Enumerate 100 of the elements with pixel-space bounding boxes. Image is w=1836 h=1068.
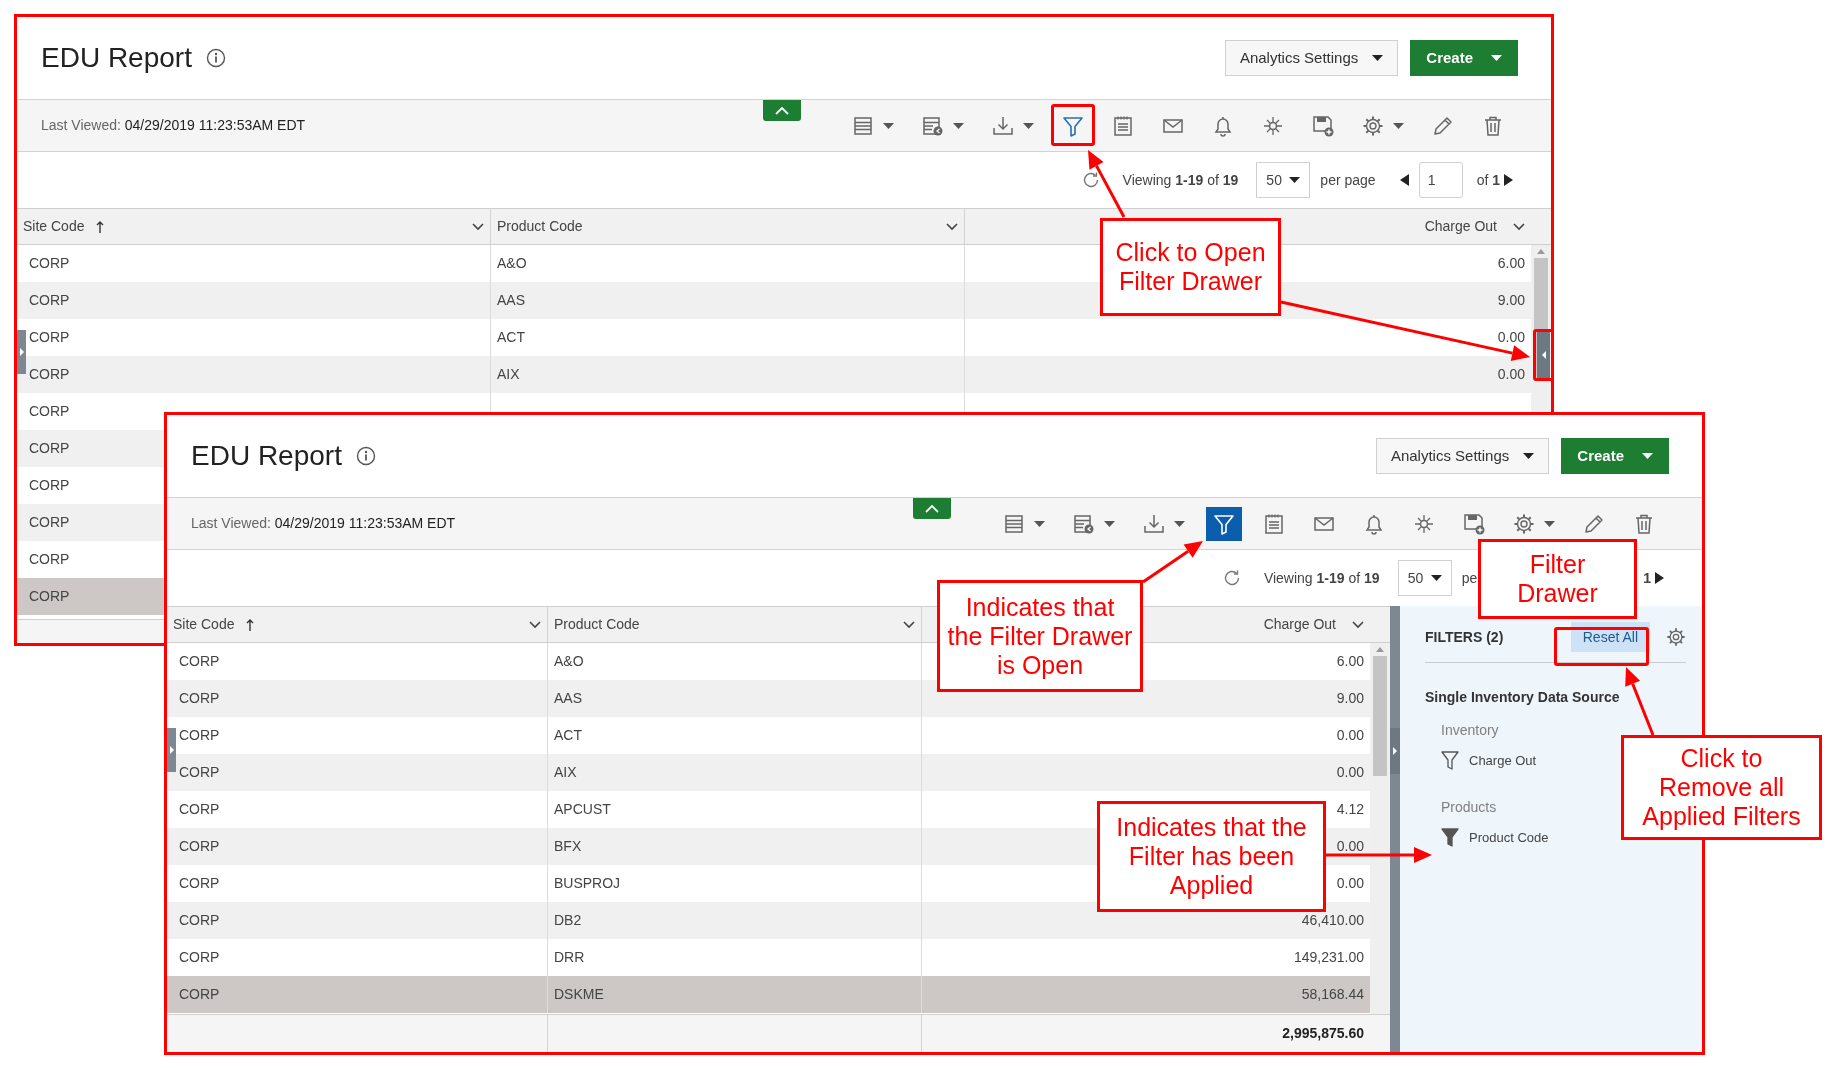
table-cell-text: BUSPROJ (554, 874, 621, 893)
chevron-up-icon (925, 504, 939, 513)
table-cell-text: CORP (179, 689, 220, 708)
filter-item[interactable]: Charge Out (1469, 751, 1537, 771)
table-cell-text: ACT (554, 726, 582, 745)
trash-icon (1633, 512, 1655, 535)
caret-icon (1289, 177, 1301, 183)
chevron-up-icon (775, 106, 789, 115)
table-cell-text: CORP (29, 587, 70, 606)
drawer-handle[interactable] (167, 728, 176, 772)
callout: Indicates that the Filter Drawer is Open (937, 580, 1143, 692)
sort-arrow-icon (246, 618, 255, 631)
analytics-settings-button[interactable]: Analytics Settings (1224, 40, 1399, 76)
table-icon (1073, 512, 1095, 535)
notepad-icon (1263, 512, 1285, 535)
list-icon (852, 114, 874, 137)
scroll-up-icon[interactable] (1537, 249, 1545, 254)
drawer-handle[interactable] (1537, 332, 1550, 378)
chevron-down-icon[interactable] (1352, 620, 1364, 629)
column-header[interactable]: Charge Out (1263, 614, 1336, 635)
table-cell-text: 6.00 (1336, 652, 1364, 671)
column-header[interactable]: Charge Out (1424, 216, 1497, 237)
create-button[interactable]: Create (1410, 40, 1518, 76)
data-source-title: Single Inventory Data Source (1425, 688, 1621, 707)
table-cell-text: 0.00 (1336, 763, 1364, 782)
per-page-label: per page (1320, 170, 1376, 190)
table-cell-text: CORP (179, 763, 220, 782)
per-page-label: pe (1461, 568, 1478, 588)
viewing-count: Viewing 1-19 of 19 (1263, 568, 1380, 588)
scroll-thumb[interactable] (1373, 656, 1387, 776)
pencil-icon (1432, 114, 1454, 137)
reset-all-button[interactable]: Reset All (1570, 622, 1650, 652)
drawer-handle[interactable] (1390, 728, 1400, 774)
chevron-down-icon[interactable] (472, 222, 484, 231)
highlight-frame (1051, 104, 1095, 146)
page-field[interactable]: 1 (1418, 162, 1463, 198)
column-header[interactable]: Product Code (497, 216, 583, 237)
scrollbar[interactable] (1370, 643, 1390, 1014)
column-header[interactable]: Product Code (554, 614, 640, 635)
table-cell-text: CORP (29, 291, 70, 310)
info-icon[interactable] (205, 48, 226, 68)
table-cell-text: CORP (29, 254, 70, 273)
column-header[interactable]: Site Code (173, 614, 255, 635)
analytics-settings-button[interactable]: Analytics Settings (1375, 438, 1550, 474)
caret-icon (1491, 55, 1502, 61)
drawer-handle[interactable] (17, 330, 26, 374)
save-icon (1312, 114, 1334, 137)
column-header[interactable]: Site Code (23, 216, 105, 237)
table-cell-text: 0.00 (1497, 365, 1525, 384)
group-label: Inventory (1441, 721, 1500, 740)
bell-icon (1212, 114, 1234, 137)
next-icon[interactable] (1504, 174, 1513, 186)
notepad-icon (1112, 114, 1134, 137)
table-cell-text: AAS (554, 689, 582, 708)
per-page-select[interactable]: 50 (1397, 560, 1452, 596)
table-cell-text: 0.00 (1336, 726, 1364, 745)
chevron-down-icon[interactable] (903, 620, 915, 629)
next-icon[interactable] (1655, 572, 1664, 584)
arrow (1625, 667, 1655, 736)
arrow (1142, 541, 1203, 584)
table-cell-text: A&O (497, 254, 527, 273)
table-cell-text: 6.00 (1497, 254, 1525, 273)
table-cell-text: 58,168.44 (1301, 985, 1364, 1004)
table-cell-text: CORP (179, 985, 220, 1004)
table-cell-text: DB2 (554, 911, 582, 930)
table-cell-text: CORP (29, 513, 70, 532)
create-button[interactable]: Create (1561, 438, 1669, 474)
collapse-button[interactable] (913, 498, 951, 519)
filter-item[interactable]: Product Code (1469, 828, 1549, 848)
table-cell-text: ACT (497, 328, 525, 347)
caret-icon (953, 122, 964, 129)
page-total: of 1 (1476, 170, 1500, 190)
table-cell-text: 9.00 (1497, 291, 1525, 310)
settings-icon[interactable] (1666, 627, 1686, 647)
filter-button[interactable] (1206, 506, 1242, 541)
chevron-down-icon[interactable] (946, 222, 958, 231)
filter-icon (1062, 114, 1084, 137)
table-cell-text: AIX (554, 763, 577, 782)
table-cell-text: CORP (29, 476, 70, 495)
callout: Click to Remove all Applied Filters (1621, 735, 1822, 840)
table-cell-text: 0.00 (1497, 328, 1525, 347)
table-cell-text: CORP (179, 874, 220, 893)
info-icon[interactable] (355, 446, 376, 466)
list-icon (1003, 512, 1025, 535)
page-total: 1 (1643, 568, 1651, 588)
table-cell-text: APCUST (554, 800, 611, 819)
sort-arrow-icon (96, 220, 105, 233)
settings-icon (1362, 114, 1384, 137)
total-cell-text: 2,995,875.60 (1282, 1024, 1364, 1043)
table-cell-text: CORP (179, 652, 220, 671)
per-page-select[interactable]: 50 (1256, 162, 1311, 198)
caret-icon (1642, 453, 1653, 459)
table-cell-text: CORP (29, 328, 70, 347)
chevron-down-icon[interactable] (1513, 222, 1525, 231)
caret-icon (1034, 520, 1045, 527)
table-cell-text: 46,410.00 (1301, 911, 1364, 930)
chevron-down-icon[interactable] (529, 620, 541, 629)
caret-icon (1372, 55, 1384, 61)
collapse-button[interactable] (763, 100, 801, 121)
previous-icon[interactable] (1399, 174, 1409, 186)
